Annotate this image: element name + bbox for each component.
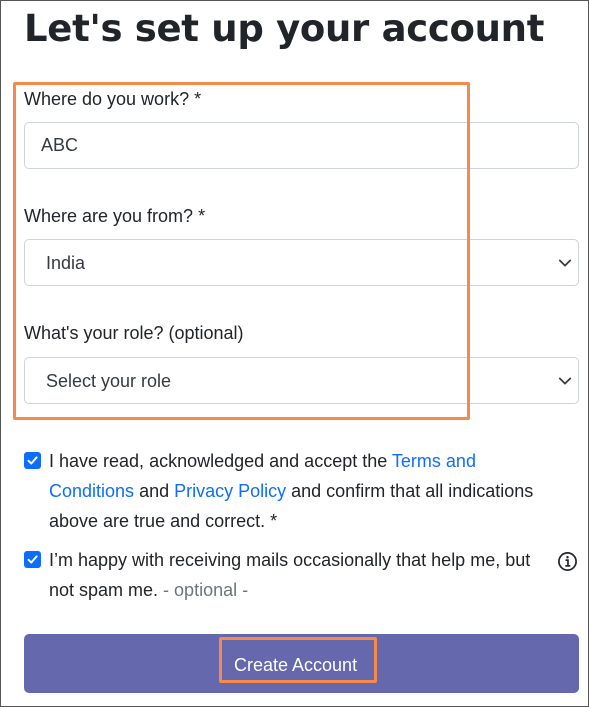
mails-consent-text: I’m happy with receiving mails occasiona… (49, 545, 549, 605)
workplace-label: Where do you work? * (24, 89, 202, 109)
terms-text-start: I have read, acknowledged and accept the (49, 451, 392, 471)
workplace-input[interactable] (24, 122, 579, 169)
account-setup-panel: Let's set up your account Where do you w… (0, 0, 589, 707)
terms-checkbox[interactable] (24, 452, 41, 469)
create-account-button[interactable] (24, 634, 579, 693)
page-title: Let's set up your account (24, 7, 545, 50)
role-selected-value: Select your role (46, 371, 172, 391)
mails-text: I’m happy with receiving mails occasiona… (49, 550, 531, 600)
info-circle-icon[interactable] (557, 551, 578, 572)
checkmark-icon (27, 456, 38, 465)
terms-consent-text: I have read, acknowledged and accept the… (49, 446, 559, 536)
chevron-down-icon (558, 377, 572, 385)
terms-text-middle: and (134, 481, 175, 501)
privacy-policy-link[interactable]: Privacy Policy (174, 481, 286, 501)
country-select[interactable]: India (24, 239, 579, 286)
optional-tag: - optional - (163, 580, 249, 600)
role-select[interactable]: Select your role (24, 357, 579, 404)
chevron-down-icon (558, 259, 572, 267)
mails-checkbox[interactable] (24, 551, 41, 568)
country-label: Where are you from? * (24, 206, 206, 226)
checkmark-icon (27, 555, 38, 564)
role-label: What's your role? (optional) (24, 323, 244, 343)
country-selected-value: India (46, 253, 86, 273)
